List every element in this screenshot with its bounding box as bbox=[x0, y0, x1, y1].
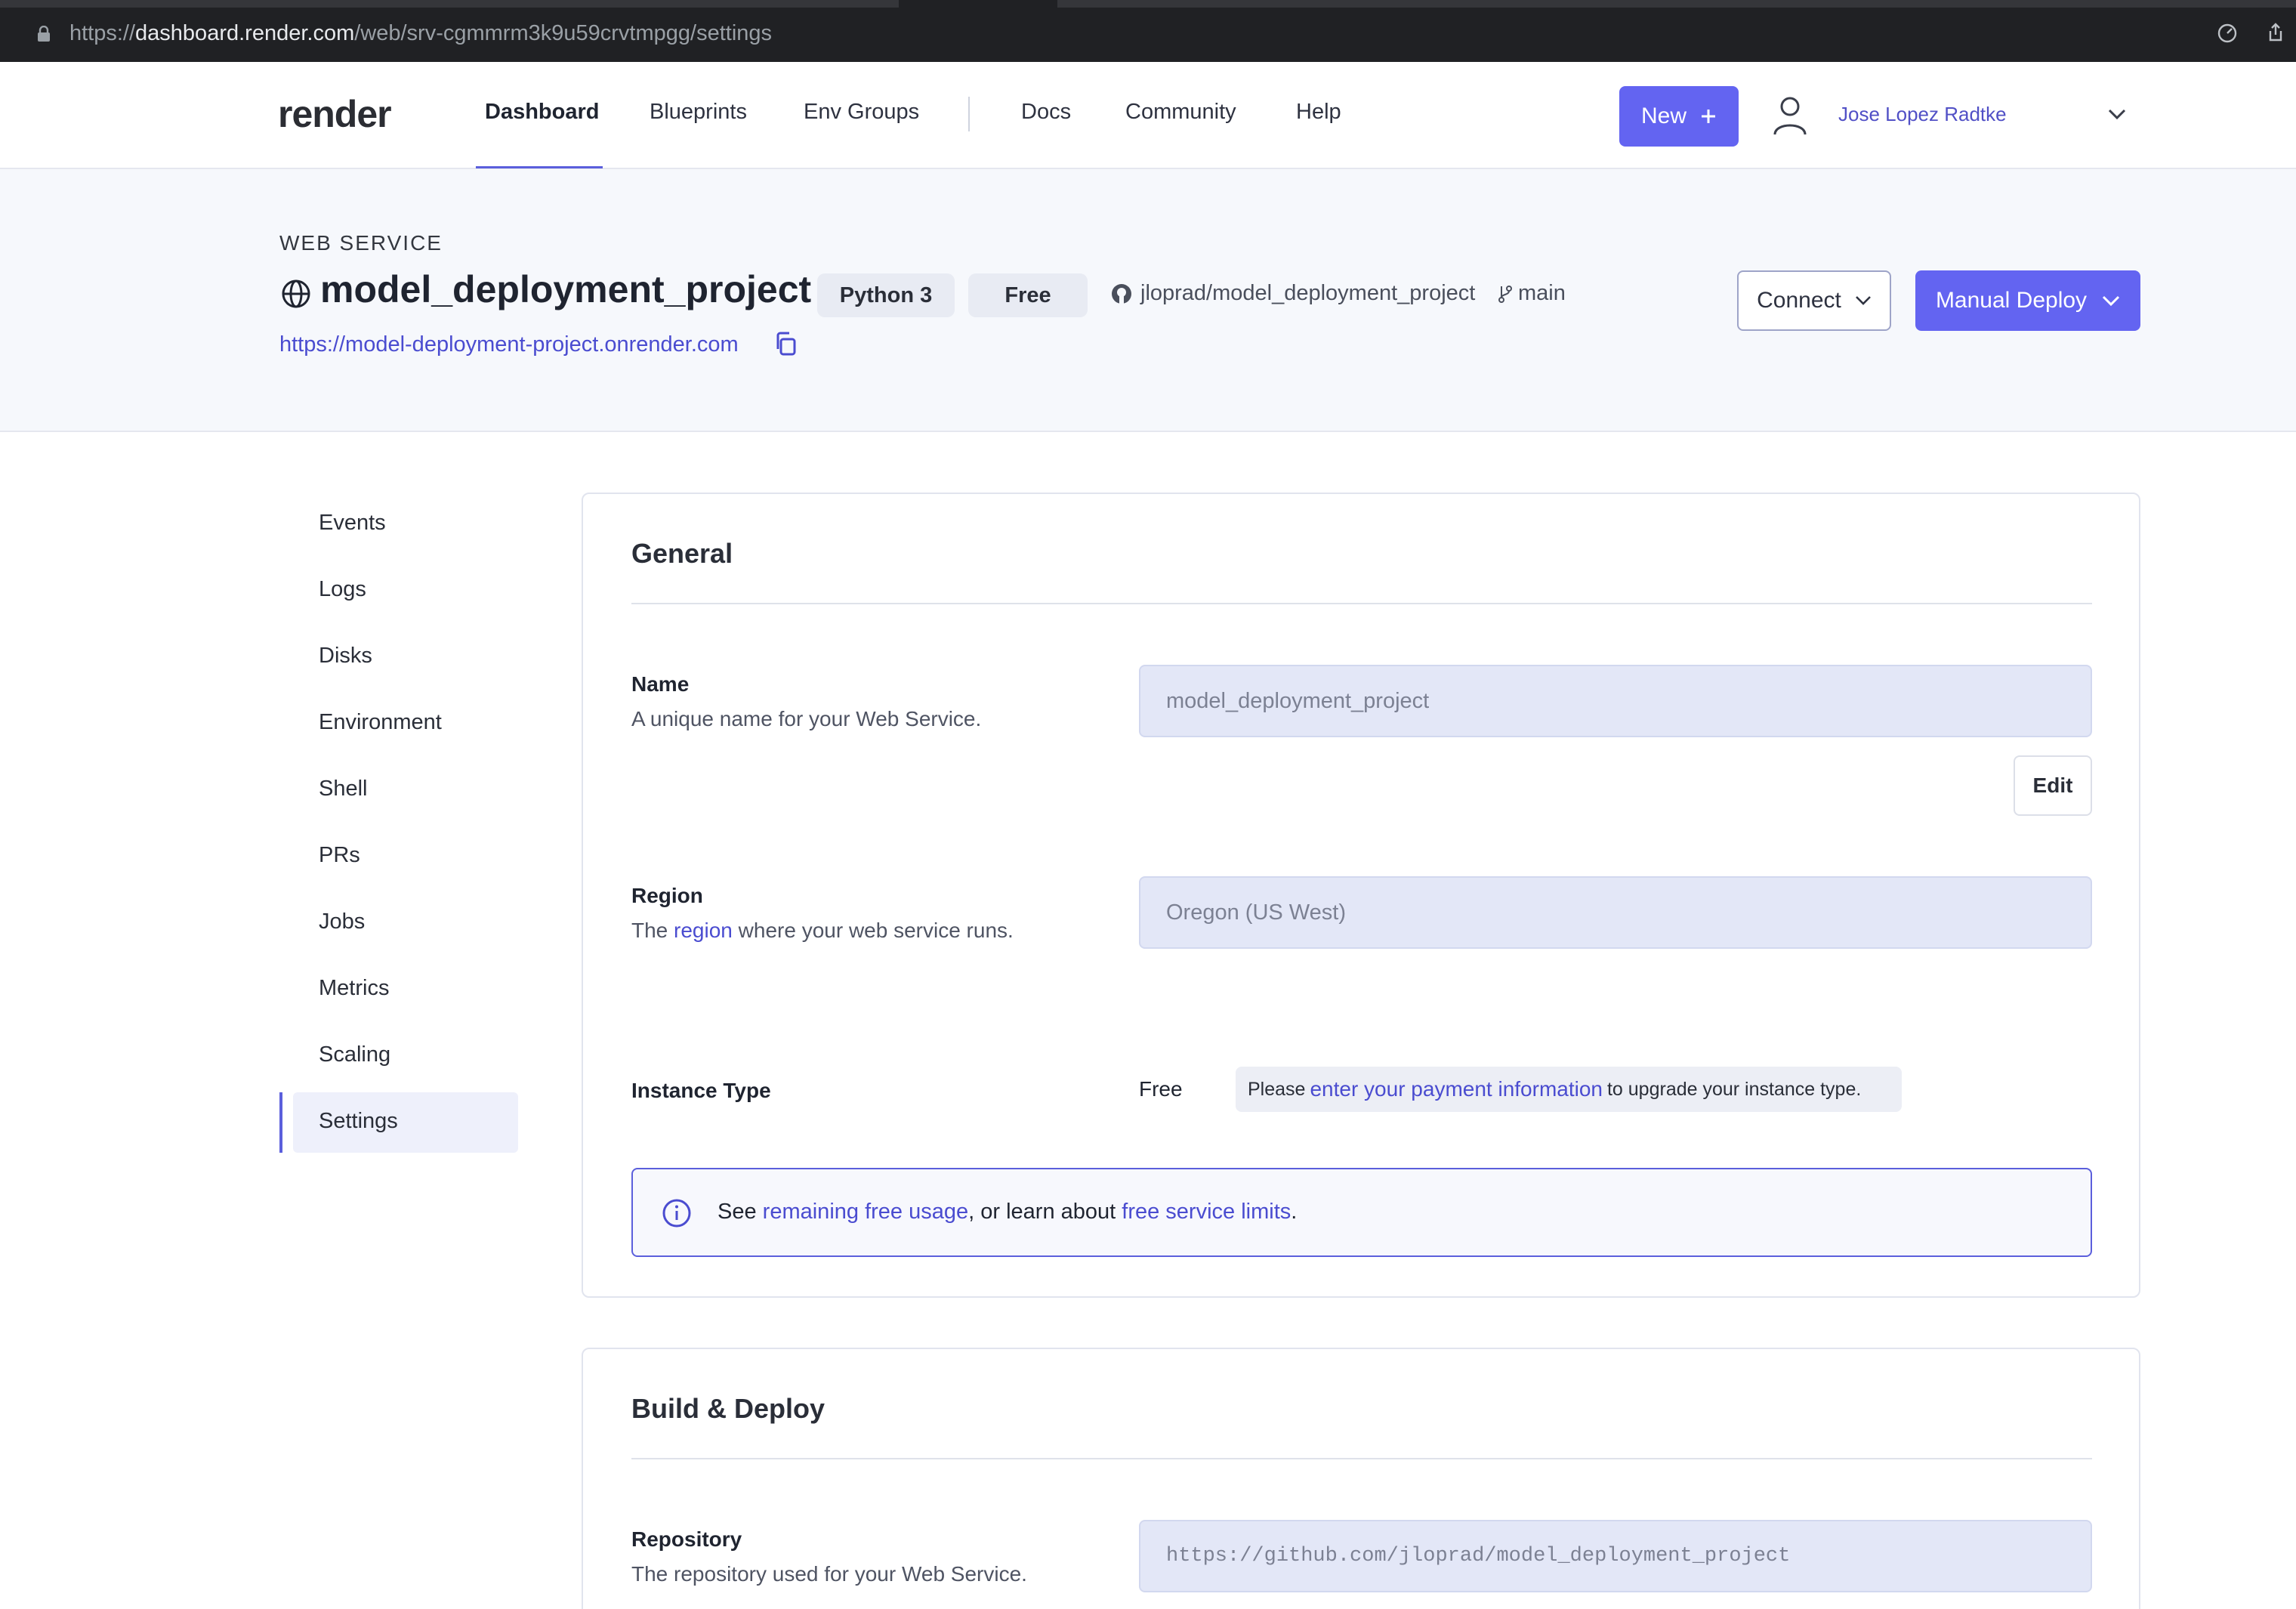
render-logo[interactable]: render bbox=[278, 92, 392, 136]
info-text: See remaining free usage, or learn about… bbox=[718, 1200, 1297, 1225]
repository-field[interactable]: https://github.com/jloprad/model_deploym… bbox=[1139, 1520, 2092, 1592]
user-avatar-icon[interactable] bbox=[1772, 95, 1808, 136]
branch-link[interactable]: main bbox=[1497, 281, 1566, 306]
instance-type-label: Instance Type bbox=[631, 1079, 771, 1102]
build-deploy-card: Build & Deploy Repository The repository… bbox=[582, 1348, 2140, 1609]
name-field[interactable]: model_deployment_project bbox=[1139, 665, 2092, 737]
top-navigation: render Dashboard Blueprints Env Groups D… bbox=[0, 62, 2296, 169]
sidebar-item-metrics[interactable]: Metrics bbox=[319, 976, 389, 1001]
nav-active-indicator bbox=[476, 166, 603, 168]
url-prefix: https:// bbox=[69, 21, 136, 45]
browser-tab-strip bbox=[0, 0, 2296, 8]
globe-icon bbox=[282, 279, 310, 308]
upgrade-note: Please enter your payment information to… bbox=[1236, 1067, 1902, 1112]
info-prefix: See bbox=[718, 1200, 757, 1224]
chevron-down-icon[interactable] bbox=[2107, 107, 2127, 121]
performance-icon[interactable] bbox=[2216, 21, 2239, 44]
region-label: Region bbox=[631, 884, 703, 907]
browser-address-bar: https://dashboard.render.com/web/srv-cgm… bbox=[0, 0, 2296, 62]
service-type-label: WEB SERVICE bbox=[279, 231, 443, 255]
branch-name: main bbox=[1518, 281, 1566, 305]
github-icon bbox=[1112, 283, 1131, 304]
url-field[interactable]: https://dashboard.render.com/web/srv-cgm… bbox=[69, 20, 772, 47]
sidebar-active-indicator bbox=[279, 1092, 282, 1153]
repository-description: The repository used for your Web Service… bbox=[631, 1562, 1027, 1586]
free-usage-info-box: See remaining free usage, or learn about… bbox=[631, 1168, 2092, 1257]
chevron-down-icon bbox=[2103, 295, 2120, 306]
service-header: WEB SERVICE model_deployment_project Pyt… bbox=[0, 169, 2296, 432]
nav-dashboard[interactable]: Dashboard bbox=[485, 100, 599, 125]
info-suffix: . bbox=[1291, 1200, 1298, 1224]
sidebar-item-environment[interactable]: Environment bbox=[319, 710, 442, 735]
sidebar-item-logs[interactable]: Logs bbox=[319, 577, 366, 602]
sidebar-item-scaling[interactable]: Scaling bbox=[319, 1042, 390, 1067]
user-name[interactable]: Jose Lopez Radtke bbox=[1838, 103, 2007, 126]
git-branch-icon bbox=[1498, 285, 1512, 303]
info-mid: , or learn about bbox=[968, 1200, 1116, 1224]
build-deploy-divider bbox=[631, 1458, 2092, 1459]
build-deploy-title: Build & Deploy bbox=[631, 1393, 826, 1424]
upgrade-note-prefix: Please bbox=[1248, 1078, 1306, 1100]
copy-icon[interactable] bbox=[773, 331, 799, 358]
nav-help[interactable]: Help bbox=[1296, 100, 1341, 125]
name-label: Name bbox=[631, 672, 690, 696]
general-card: General Name A unique name for your Web … bbox=[582, 493, 2140, 1298]
nav-community[interactable]: Community bbox=[1125, 100, 1236, 125]
service-name: model_deployment_project bbox=[320, 268, 812, 310]
repo-name: jloprad/model_deployment_project bbox=[1140, 281, 1476, 305]
share-icon[interactable] bbox=[2264, 21, 2287, 44]
region-desc-prefix: The bbox=[631, 919, 668, 942]
info-icon bbox=[662, 1199, 691, 1228]
new-button[interactable]: New bbox=[1619, 86, 1739, 147]
chevron-down-icon bbox=[1855, 296, 1871, 305]
connect-button[interactable]: Connect bbox=[1737, 270, 1891, 331]
sidebar-item-disks[interactable]: Disks bbox=[319, 644, 372, 669]
url-path: /web/srv-cgmmrm3k9u59crvtmpgg/settings bbox=[354, 21, 773, 45]
sidebar-item-jobs[interactable]: Jobs bbox=[319, 910, 365, 934]
plan-badge: Free bbox=[968, 273, 1088, 317]
region-field[interactable]: Oregon (US West) bbox=[1139, 876, 2092, 949]
region-link[interactable]: region bbox=[674, 919, 733, 942]
repository-label: Repository bbox=[631, 1527, 742, 1551]
plus-icon bbox=[1702, 110, 1715, 123]
runtime-badge: Python 3 bbox=[817, 273, 955, 317]
payment-info-link[interactable]: enter your payment information bbox=[1310, 1077, 1603, 1101]
repo-link[interactable]: jloprad/model_deployment_project bbox=[1110, 281, 1475, 306]
new-button-label: New bbox=[1640, 103, 1687, 128]
nav-env-groups[interactable]: Env Groups bbox=[804, 100, 919, 125]
connect-button-label: Connect bbox=[1757, 288, 1841, 313]
sidebar-item-events[interactable]: Events bbox=[319, 511, 386, 536]
url-host: dashboard.render.com bbox=[135, 21, 355, 45]
manual-deploy-label: Manual Deploy bbox=[1935, 288, 2088, 313]
nav-divider bbox=[968, 97, 970, 131]
nav-docs[interactable]: Docs bbox=[1021, 100, 1071, 125]
browser-active-tab[interactable] bbox=[899, 0, 1057, 8]
service-url-link[interactable]: https://model-deployment-project.onrende… bbox=[279, 332, 739, 357]
remaining-free-usage-link[interactable]: remaining free usage bbox=[763, 1200, 968, 1224]
free-service-limits-link[interactable]: free service limits bbox=[1122, 1200, 1291, 1224]
manual-deploy-button[interactable]: Manual Deploy bbox=[1915, 270, 2140, 331]
sidebar-item-settings[interactable]: Settings bbox=[319, 1109, 398, 1134]
general-divider bbox=[631, 603, 2092, 604]
lock-icon bbox=[38, 26, 50, 42]
sidebar-item-shell[interactable]: Shell bbox=[319, 777, 368, 801]
instance-type-value: Free bbox=[1139, 1077, 1183, 1101]
general-title: General bbox=[631, 538, 733, 569]
edit-name-button[interactable]: Edit bbox=[2014, 755, 2092, 816]
nav-blueprints[interactable]: Blueprints bbox=[650, 100, 747, 125]
region-desc-suffix: where your web service runs. bbox=[738, 919, 1014, 942]
upgrade-note-suffix: to upgrade your instance type. bbox=[1606, 1078, 1862, 1100]
region-description: The region where your web service runs. bbox=[631, 919, 1014, 943]
sidebar-item-prs[interactable]: PRs bbox=[319, 843, 360, 868]
name-description: A unique name for your Web Service. bbox=[631, 707, 982, 730]
